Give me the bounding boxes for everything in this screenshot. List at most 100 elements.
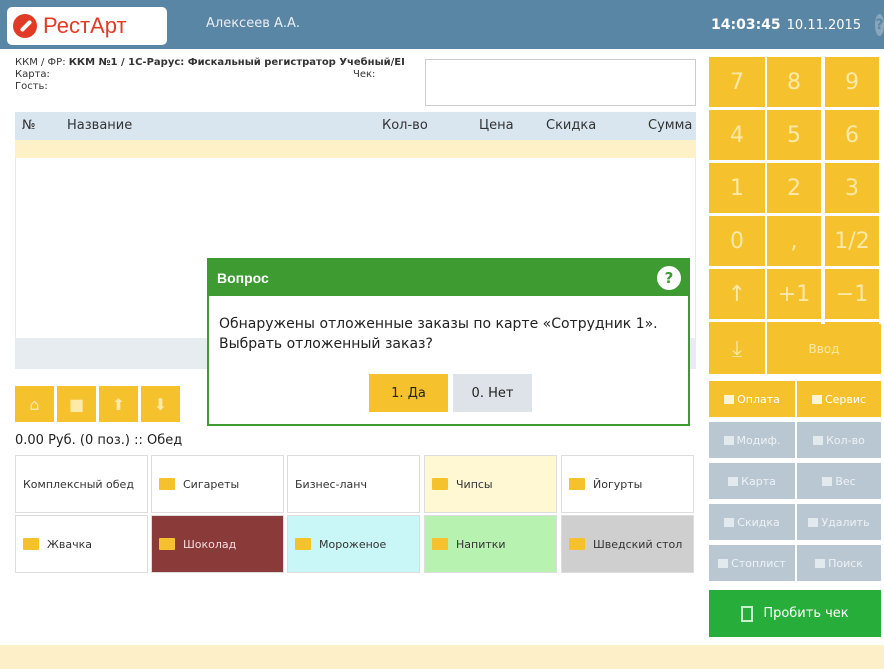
category-8[interactable]: Мороженое [287, 515, 420, 573]
stop-icon [718, 558, 729, 568]
category-label: Бизнес-ланч [295, 477, 367, 491]
action-label: Карта [741, 474, 776, 488]
dialog-message-line1: Обнаружены отложенные заказы по карте «С… [219, 316, 658, 332]
user-name: Алексеев А.А. [206, 16, 301, 31]
dialog-title: Вопрос [217, 270, 269, 286]
clock: 14:03:45 10.11.2015 ? [706, 10, 884, 40]
clock-time: 14:03:45 [711, 17, 781, 33]
folder-icon [432, 478, 448, 490]
action-7[interactable]: Скидка [709, 504, 795, 540]
dialog-message: Обнаружены отложенные заказы по карте «С… [219, 314, 689, 354]
action-3[interactable]: Модиф. [709, 422, 795, 458]
category-2[interactable]: Сигареты [151, 455, 284, 513]
action-label: Модиф. [736, 433, 781, 447]
category-label: Комплексный обед [23, 477, 134, 491]
key-2[interactable]: 8 [767, 57, 821, 107]
key-11[interactable]: , [767, 216, 821, 266]
category-9[interactable]: Напитки [424, 515, 557, 573]
home-button[interactable]: ⌂ [15, 386, 54, 422]
key-5[interactable]: 5 [767, 110, 821, 160]
logo-text: РестАрт [43, 13, 127, 38]
folder-icon [23, 538, 39, 550]
kkm-value: ККМ №1 / 1С-Рарус: Фискальный регистрато… [68, 57, 405, 68]
action-label: Сервис [824, 392, 867, 406]
key-3[interactable]: 9 [825, 57, 879, 107]
key-1[interactable]: 7 [709, 57, 765, 107]
action-4[interactable]: Кол-во [797, 422, 881, 458]
folder-button[interactable]: ■ [57, 386, 96, 422]
key-13[interactable]: ↑ [709, 269, 765, 319]
col-price: Цена [479, 118, 514, 133]
trash-icon [808, 517, 819, 527]
card-label: Карта: [15, 69, 50, 80]
action-8[interactable]: Удалить [797, 504, 881, 540]
category-label: Чипсы [456, 477, 493, 491]
no-button[interactable]: 0. Нет [453, 374, 532, 412]
category-1[interactable]: Комплексный обед [15, 455, 148, 513]
category-6[interactable]: Жвачка [15, 515, 148, 573]
dialog-message-line2: Выбрать отложенный заказ? [219, 336, 433, 352]
folder-icon [569, 538, 585, 550]
category-label: Напитки [456, 537, 506, 551]
key-15[interactable]: −1 [825, 269, 879, 319]
col-discount: Скидка [546, 118, 597, 133]
kkm-label: ККМ / ФР: [15, 57, 69, 68]
category-label: Йогурты [593, 477, 643, 491]
col-qty: Кол-во [382, 118, 428, 133]
order-table-header: № Название Кол-во Цена Скидка Сумма [15, 112, 696, 140]
key-12[interactable]: 1/2 [825, 216, 879, 266]
key-4[interactable]: 4 [709, 110, 765, 160]
help-icon[interactable]: ? [875, 14, 884, 36]
category-5[interactable]: Йогурты [561, 455, 694, 513]
folder-icon [569, 478, 585, 490]
selected-row[interactable] [15, 140, 696, 158]
quantity-icon [813, 435, 824, 445]
action-label: Скидка [737, 515, 780, 529]
key-down-end[interactable]: ⤓ [709, 324, 765, 374]
action-label: Вес [835, 474, 856, 488]
up-button[interactable]: ⬆ [99, 386, 138, 422]
action-9[interactable]: Стоплист [709, 545, 795, 581]
folder-icon [159, 478, 175, 490]
logo: РестАрт [7, 7, 167, 45]
search-icon [815, 558, 826, 568]
folder-icon [432, 538, 448, 550]
category-label: Шведский стол [593, 537, 683, 551]
down-button[interactable]: ⬇ [141, 386, 180, 422]
print-check-label: Пробить чек [763, 606, 849, 621]
action-6[interactable]: Вес [797, 463, 881, 499]
category-4[interactable]: Чипсы [424, 455, 557, 513]
action-1[interactable]: Оплата [709, 381, 795, 417]
key-6[interactable]: 6 [825, 110, 879, 160]
action-2[interactable]: Сервис [797, 381, 881, 417]
check-label: Чек: [353, 69, 376, 80]
col-sum: Сумма [648, 118, 693, 133]
logo-mark-icon [13, 14, 37, 38]
arrow-up-icon: ⬆ [111, 394, 126, 414]
dialog-header: Вопрос ? [209, 260, 688, 296]
folder-icon [159, 538, 175, 550]
weight-icon [822, 476, 833, 486]
dialog-help-icon[interactable]: ? [657, 266, 681, 290]
order-info: ККМ / ФР: ККМ №1 / 1С-Рарус: Фискальный … [15, 57, 427, 93]
action-5[interactable]: Карта [709, 463, 795, 499]
key-8[interactable]: 2 [767, 163, 821, 213]
check-field[interactable] [425, 59, 696, 106]
category-3[interactable]: Бизнес-ланч [287, 455, 420, 513]
action-10[interactable]: Поиск [797, 545, 881, 581]
action-label: Стоплист [731, 556, 786, 570]
key-7[interactable]: 1 [709, 163, 765, 213]
print-check-button[interactable]: Пробить чек [709, 590, 881, 637]
key-9[interactable]: 3 [825, 163, 879, 213]
category-7[interactable]: Шоколад [151, 515, 284, 573]
card-icon [728, 476, 739, 486]
category-10[interactable]: Шведский стол [561, 515, 694, 573]
modifier-icon [723, 435, 734, 445]
key-10[interactable]: 0 [709, 216, 765, 266]
enter-button[interactable]: Ввод [767, 324, 881, 374]
bell-icon [811, 394, 822, 404]
bottom-bar [0, 645, 884, 669]
category-label: Шоколад [183, 537, 237, 551]
yes-button[interactable]: 1. Да [369, 374, 448, 412]
key-14[interactable]: +1 [767, 269, 821, 319]
